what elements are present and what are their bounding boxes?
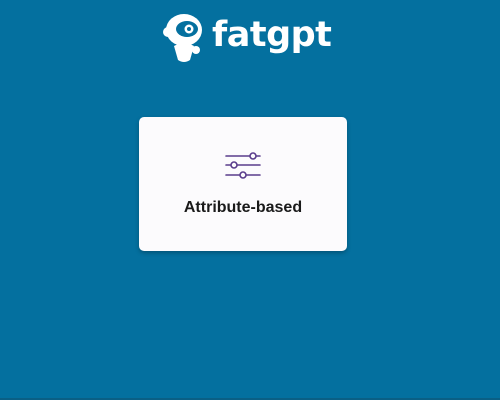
option-label: Attribute-based [183, 199, 303, 216]
header: fatgpt [0, 8, 500, 68]
sliders-icon [225, 152, 261, 179]
robot-mascot-icon [163, 14, 202, 62]
brand-logo: fatgpt [162, 10, 332, 66]
brand-name: fatgpt [212, 14, 332, 55]
attribute-based-option-card[interactable] [139, 117, 347, 251]
